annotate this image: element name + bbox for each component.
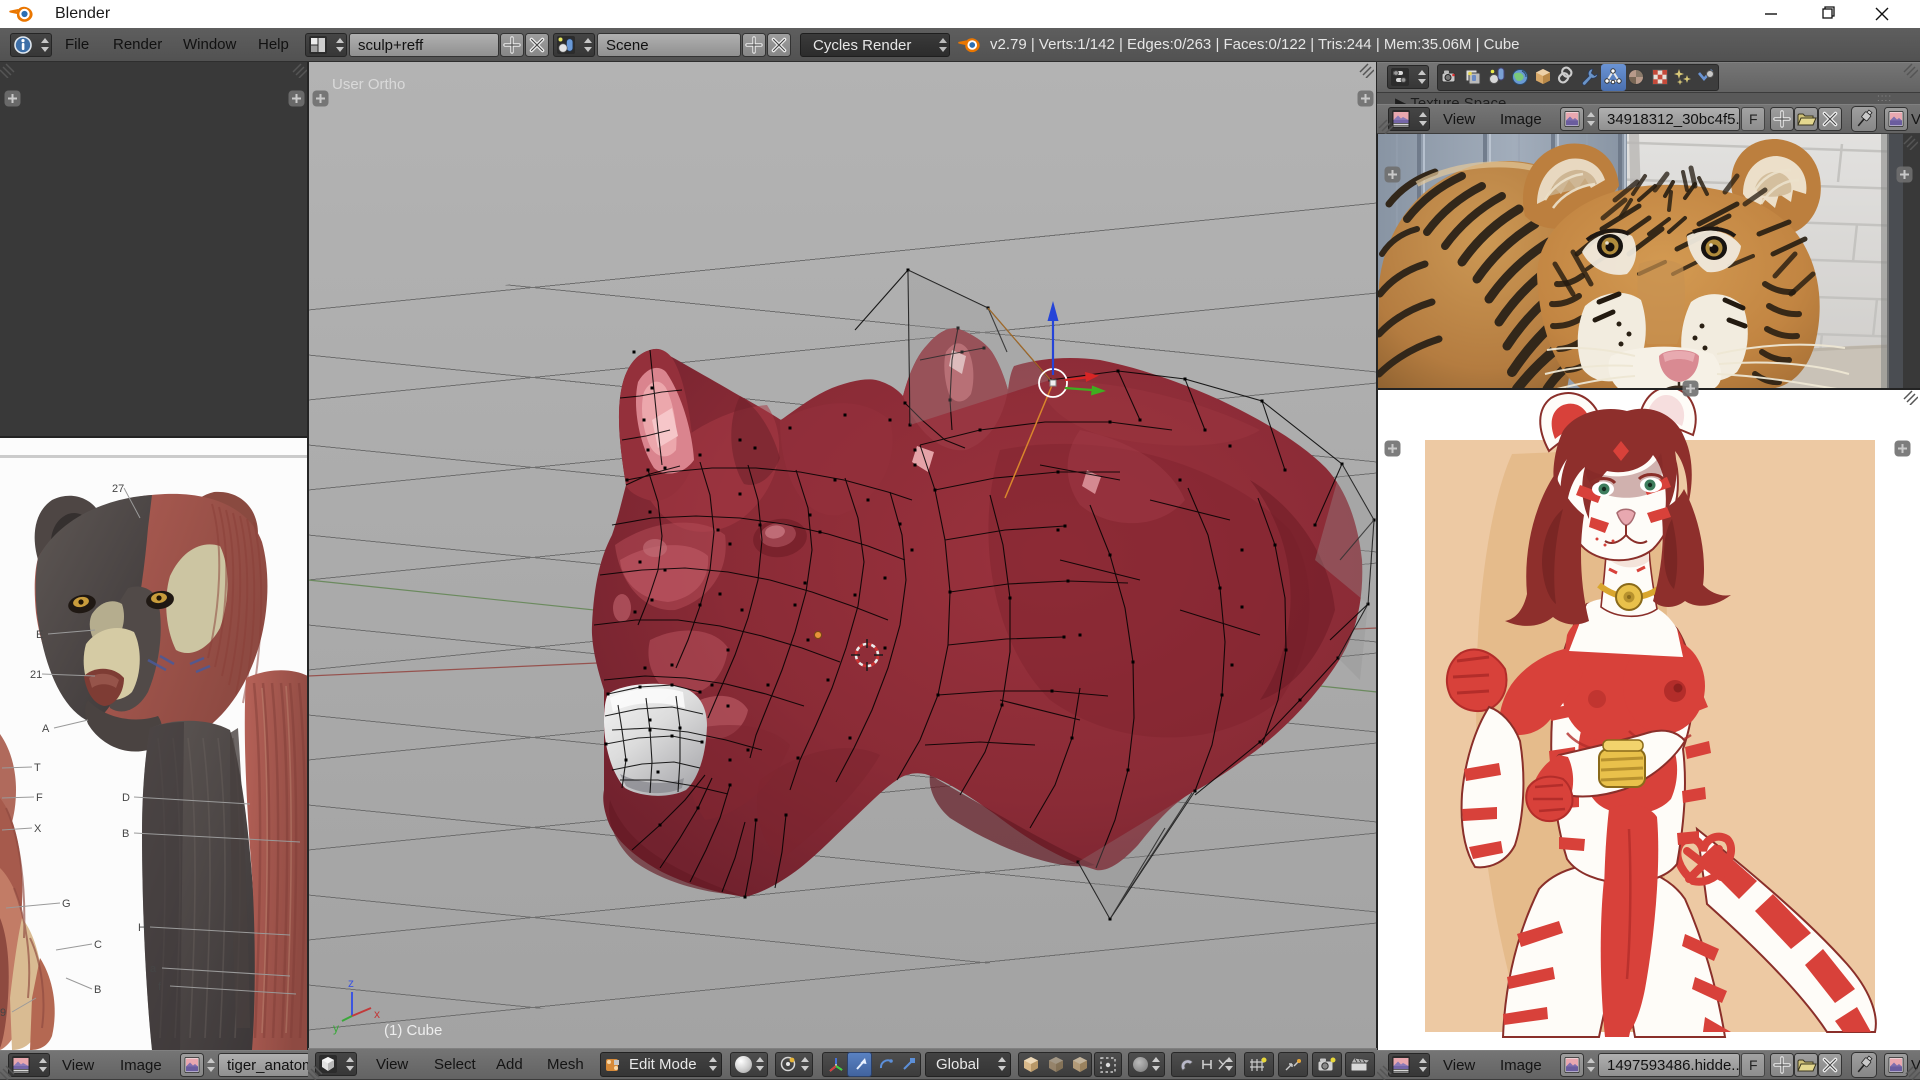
svg-text:A: A xyxy=(42,723,50,735)
svg-text:y: y xyxy=(333,1021,339,1035)
svg-text:C: C xyxy=(94,939,102,951)
svg-text:a: a xyxy=(150,963,157,975)
svg-text:H: H xyxy=(138,922,146,934)
svg-text:B: B xyxy=(94,984,101,996)
svg-text:(1) Cube: (1) Cube xyxy=(384,1022,442,1039)
svg-text:9: 9 xyxy=(0,1007,6,1019)
svg-text:X: X xyxy=(34,823,42,835)
svg-text:T: T xyxy=(34,762,41,774)
svg-text:User Ortho: User Ortho xyxy=(332,76,405,93)
svg-text:21: 21 xyxy=(30,669,42,681)
svg-text:27: 27 xyxy=(112,483,124,495)
svg-text:x: x xyxy=(374,1007,380,1021)
svg-text:E: E xyxy=(36,629,43,641)
svg-text:F: F xyxy=(36,792,43,804)
svg-text:D: D xyxy=(122,792,130,804)
svg-text:G: G xyxy=(62,898,71,910)
svg-text:B: B xyxy=(122,828,129,840)
svg-text:z: z xyxy=(348,976,354,990)
